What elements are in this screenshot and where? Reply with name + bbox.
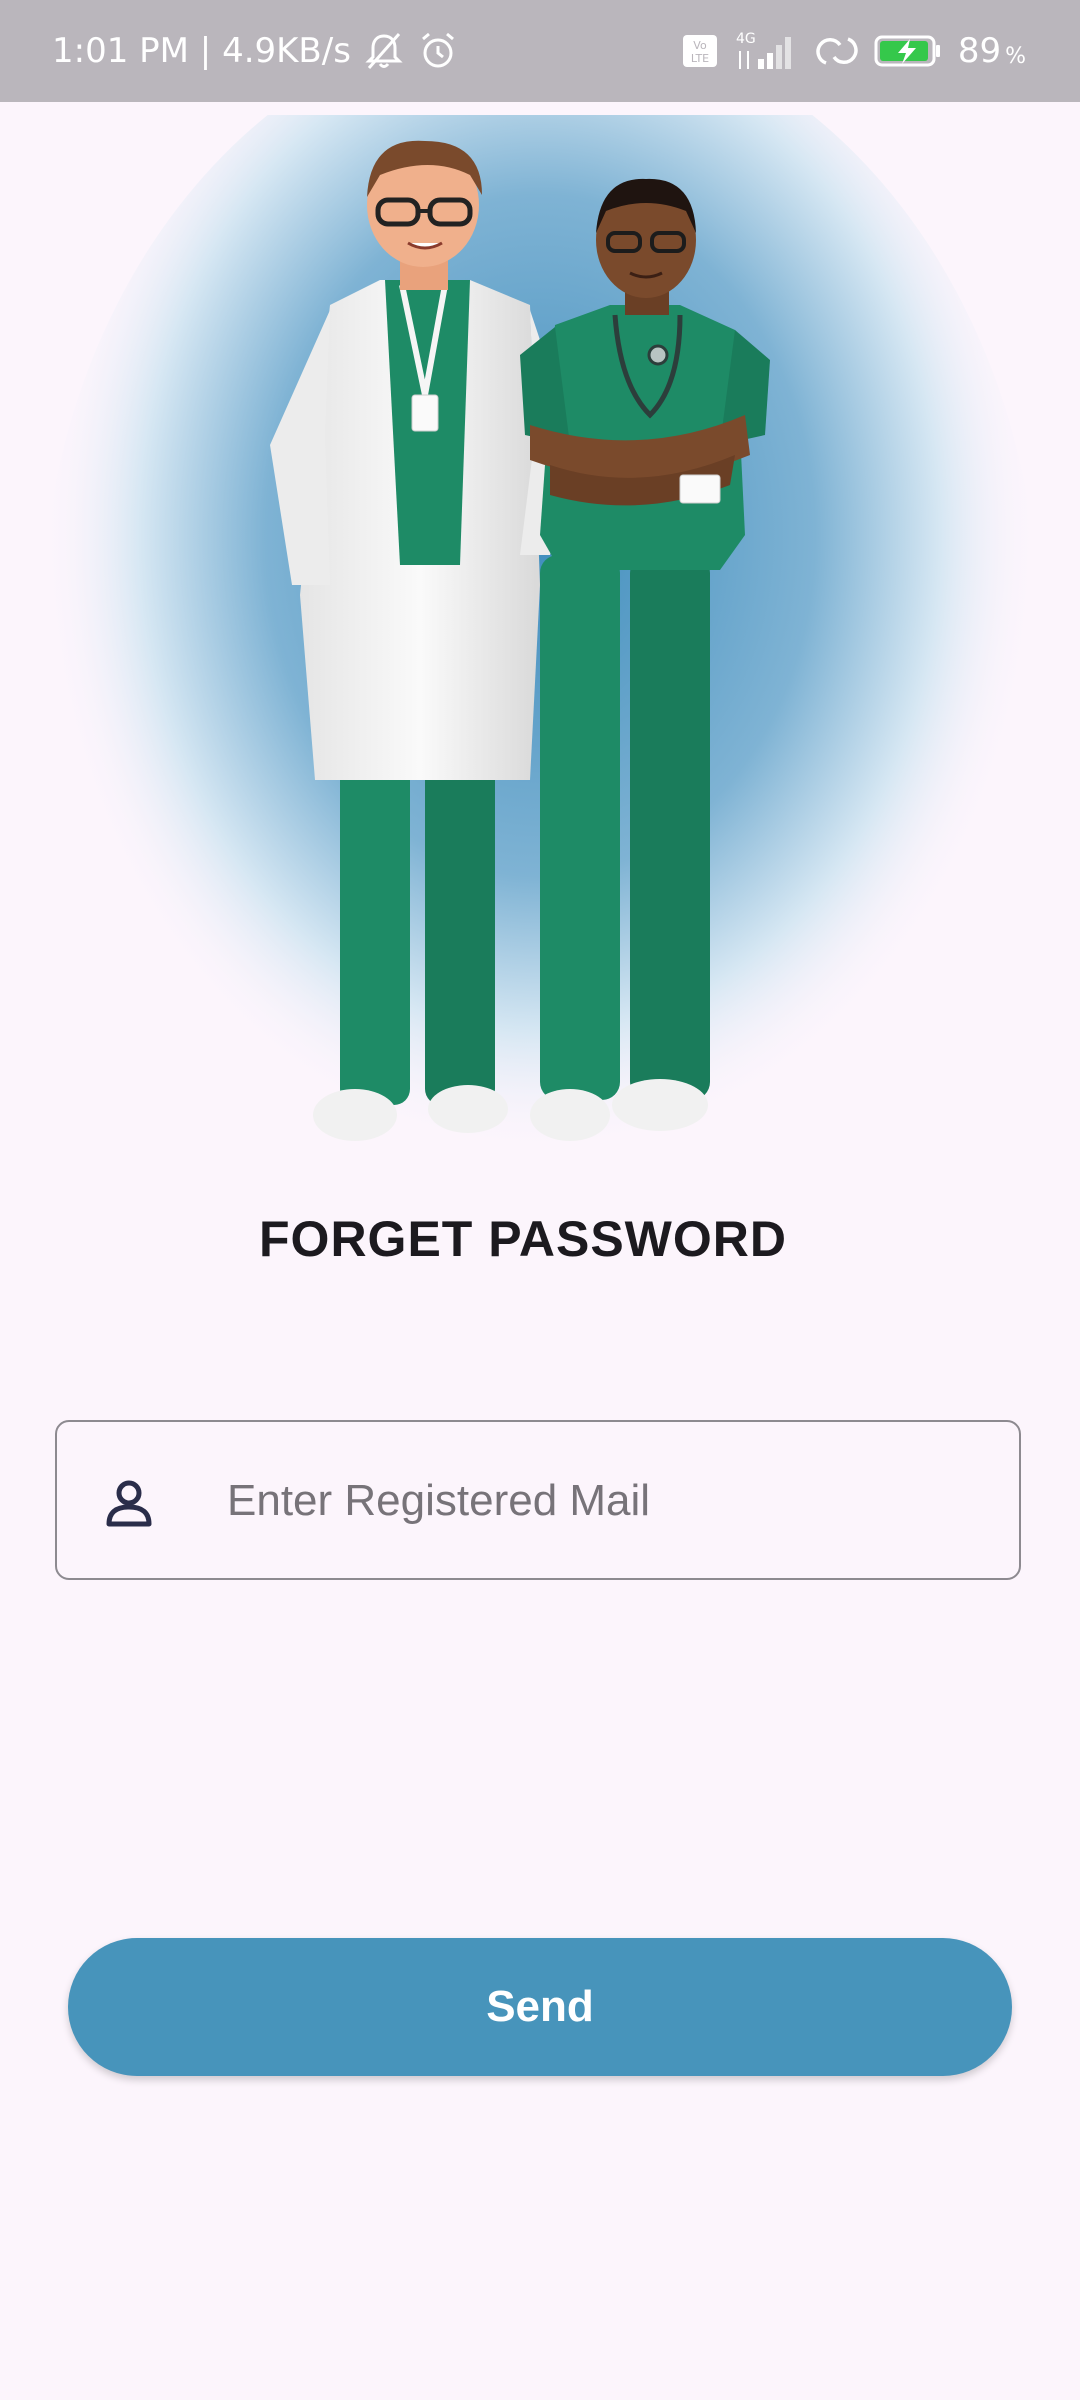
status-right: Vo LTE 4G 89 % xyxy=(682,0,1026,102)
signal-icon: 4G xyxy=(734,29,800,73)
person-icon xyxy=(99,1474,159,1534)
status-left: 1:01 PM | 4.9KB/s xyxy=(52,0,459,102)
hotspot-icon xyxy=(816,33,858,69)
svg-text:Vo: Vo xyxy=(693,39,707,52)
mute-bell-icon xyxy=(363,30,405,72)
send-button[interactable]: Send xyxy=(68,1938,1012,2076)
email-field[interactable] xyxy=(55,1420,1021,1580)
page-title: FORGET PASSWORD xyxy=(259,1211,787,1267)
two-doctors-illustration xyxy=(30,15,1050,1255)
battery-level: 89 xyxy=(957,31,1002,71)
email-input[interactable] xyxy=(225,1452,989,1550)
status-bar: 1:01 PM | 4.9KB/s Vo LTE 4G 89 % xyxy=(0,0,1080,102)
svg-text:LTE: LTE xyxy=(691,52,709,65)
svg-text:4G: 4G xyxy=(736,31,756,47)
battery-charging-icon xyxy=(874,34,942,68)
battery-unit: % xyxy=(1005,43,1026,69)
alarm-icon xyxy=(417,30,459,72)
volte-icon: Vo LTE xyxy=(682,34,718,68)
time-network-speed: 1:01 PM | 4.9KB/s xyxy=(52,31,351,71)
